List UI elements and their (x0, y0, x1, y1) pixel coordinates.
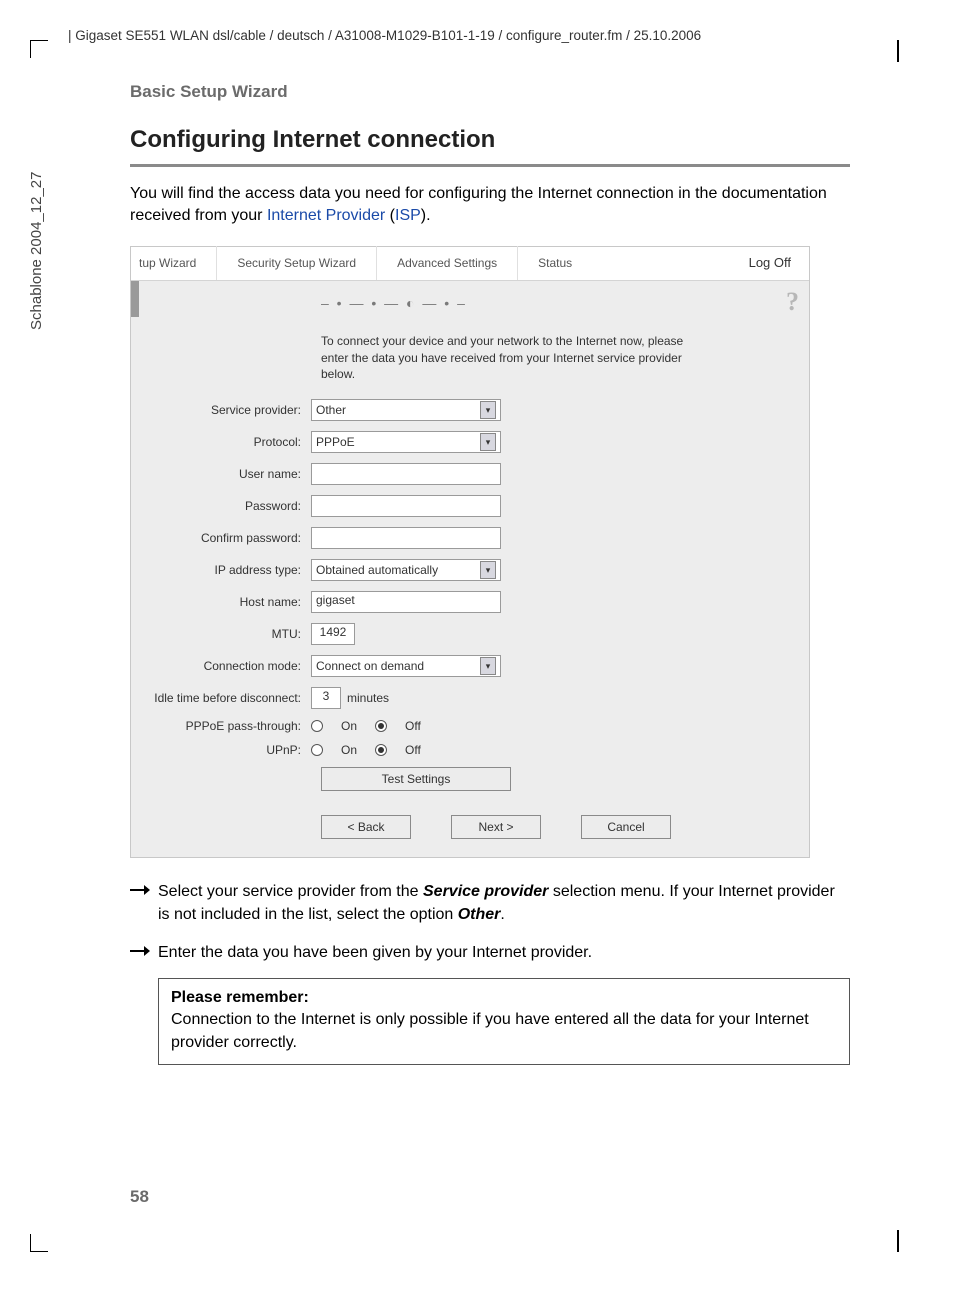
title-rule (130, 164, 850, 167)
chevron-down-icon: ▾ (480, 401, 496, 419)
wizard-position-bar (131, 281, 139, 317)
idle-time-input[interactable]: 3 (311, 687, 341, 709)
ip-address-type-label: IP address type: (131, 563, 311, 577)
chevron-down-icon: ▾ (480, 657, 496, 675)
arrow-right-icon (130, 880, 158, 926)
note-box: Please remember: Connection to the Inter… (158, 978, 850, 1065)
chevron-down-icon: ▾ (480, 561, 496, 579)
back-button[interactable]: < Back (321, 815, 411, 839)
help-icon[interactable]: ? (786, 287, 799, 317)
host-name-label: Host name: (131, 595, 311, 609)
username-label: User name: (131, 467, 311, 481)
logoff-link[interactable]: Log Off (749, 255, 791, 270)
upnp-off-radio[interactable] (375, 744, 387, 756)
service-provider-select[interactable]: Other▾ (311, 399, 501, 421)
internet-provider-link[interactable]: Internet Provider (267, 207, 385, 224)
isp-link[interactable]: ISP (395, 207, 421, 224)
pppoe-label: PPPoE pass-through: (131, 719, 311, 733)
page-title: Configuring Internet connection (130, 126, 850, 154)
connection-mode-label: Connection mode: (131, 659, 311, 673)
intro-paragraph: You will find the access data you need f… (130, 183, 850, 228)
chevron-down-icon: ▾ (480, 433, 496, 451)
confirm-password-label: Confirm password: (131, 531, 311, 545)
tab-advanced-settings[interactable]: Advanced Settings (377, 246, 518, 280)
page-number: 58 (130, 1187, 149, 1207)
host-name-input[interactable]: gigaset (311, 591, 501, 613)
mtu-label: MTU: (131, 627, 311, 641)
idle-time-unit: minutes (347, 691, 389, 705)
password-label: Password: (131, 499, 311, 513)
idle-time-label: Idle time before disconnect: (131, 691, 311, 705)
protocol-select[interactable]: PPPoE▾ (311, 431, 501, 453)
pppoe-on-radio[interactable] (311, 720, 323, 732)
wizard-description: To connect your device and your network … (321, 333, 711, 383)
tab-security-wizard[interactable]: Security Setup Wizard (217, 246, 377, 280)
cancel-button[interactable]: Cancel (581, 815, 671, 839)
service-provider-label: Service provider: (131, 403, 311, 417)
tab-status[interactable]: Status (518, 246, 592, 280)
confirm-password-input[interactable] (311, 527, 501, 549)
document-header: | Gigaset SE551 WLAN dsl/cable / deutsch… (68, 28, 701, 43)
template-label: Schablone 2004_12_27 (28, 172, 45, 330)
wizard-progress: – • — • — ◐ — • – (321, 295, 809, 311)
password-input[interactable] (311, 495, 501, 517)
upnp-on-radio[interactable] (311, 744, 323, 756)
connection-mode-select[interactable]: Connect on demand▾ (311, 655, 501, 677)
router-screenshot: tup Wizard Security Setup Wizard Advance… (130, 246, 810, 858)
upnp-label: UPnP: (131, 743, 311, 757)
pppoe-off-radio[interactable] (375, 720, 387, 732)
arrow-right-icon (130, 941, 158, 964)
note-body: Connection to the Internet is only possi… (171, 1009, 837, 1054)
tab-setup-wizard[interactable]: tup Wizard (135, 246, 217, 280)
bullet-1: Select your service provider from the Se… (158, 880, 850, 926)
username-input[interactable] (311, 463, 501, 485)
ip-address-type-select[interactable]: Obtained automatically▾ (311, 559, 501, 581)
test-settings-button[interactable]: Test Settings (321, 767, 511, 791)
section-label: Basic Setup Wizard (130, 82, 850, 102)
next-button[interactable]: Next > (451, 815, 541, 839)
note-title: Please remember: (171, 987, 837, 1009)
bullet-2: Enter the data you have been given by yo… (158, 941, 850, 964)
mtu-input[interactable]: 1492 (311, 623, 355, 645)
protocol-label: Protocol: (131, 435, 311, 449)
